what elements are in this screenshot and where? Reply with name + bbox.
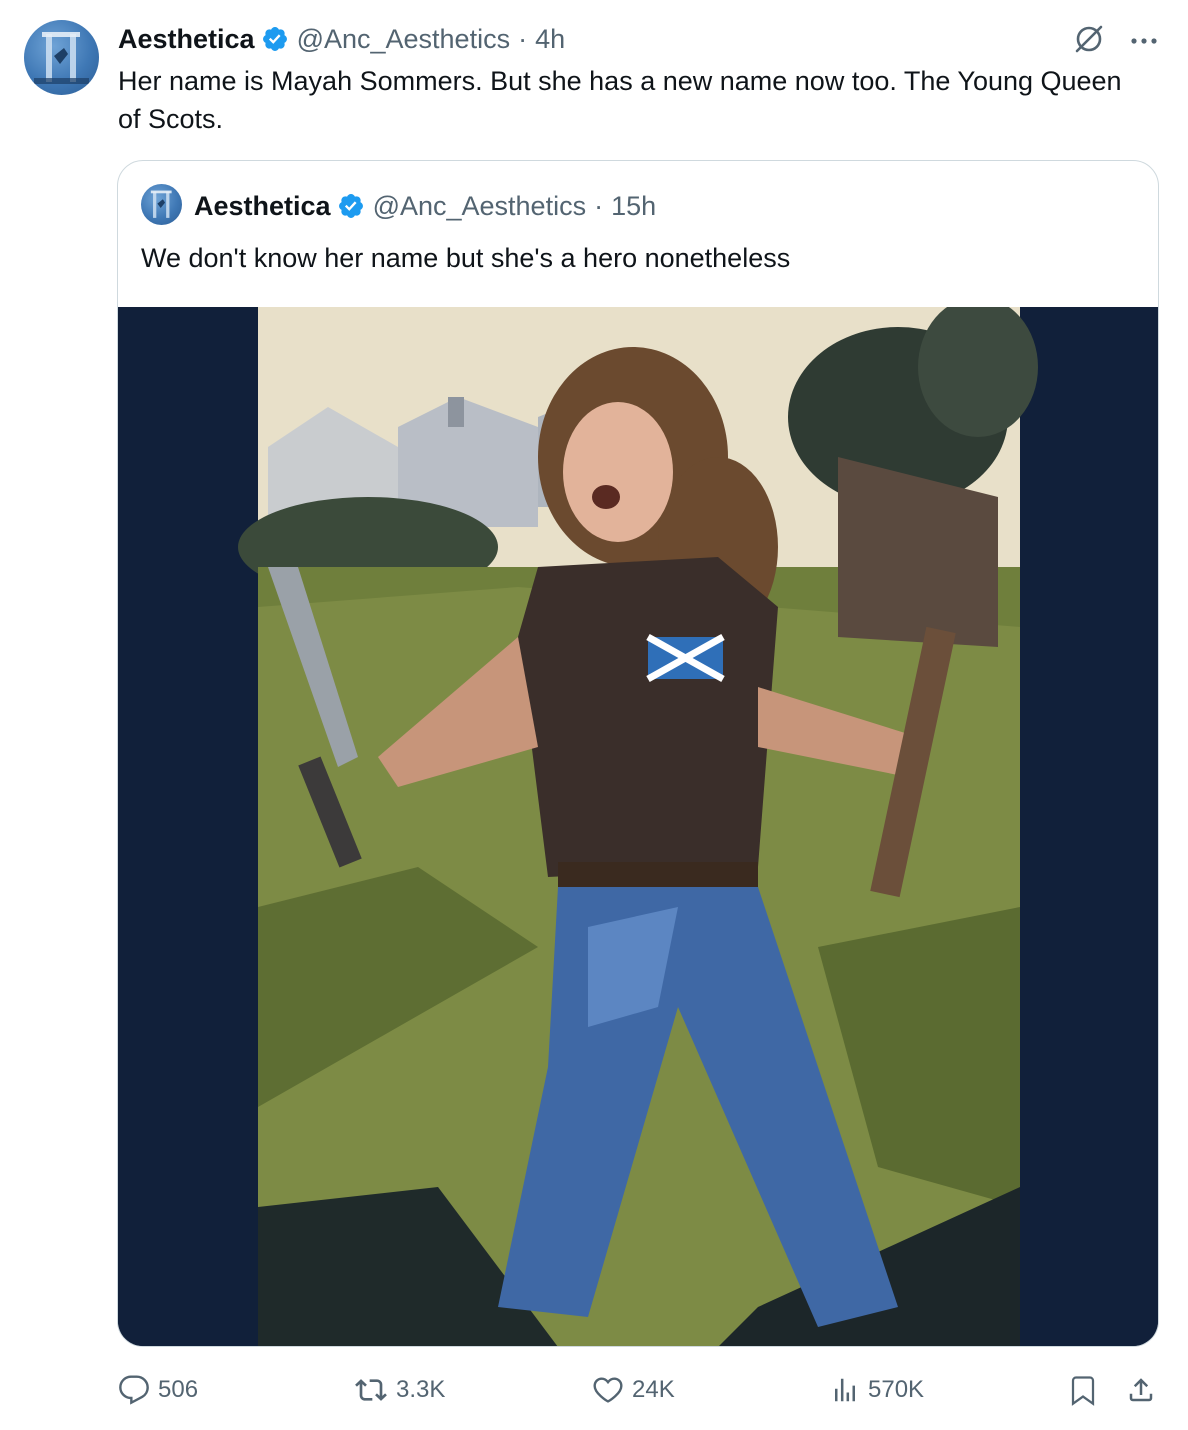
reply-button[interactable]: 506 — [118, 1370, 198, 1410]
quoted-tweet-text: We don't know her name but she's a hero … — [141, 243, 791, 273]
verified-badge-icon — [337, 192, 365, 220]
repost-icon — [354, 1374, 388, 1406]
share-icon — [1126, 1374, 1156, 1406]
reply-icon — [118, 1374, 150, 1406]
repost-count: 3.3K — [396, 1376, 446, 1403]
separator-dot: · — [518, 23, 528, 54]
painting-illustration — [118, 297, 1158, 1346]
quoted-tweet-header: Aesthetica @Anc_Aesthetics · 15h — [194, 187, 656, 225]
top-right-actions — [1072, 22, 1158, 61]
like-button[interactable]: 24K — [592, 1370, 675, 1410]
tweet-text: Her name is Mayah Sommers. But she has a… — [118, 66, 1122, 134]
views-icon — [830, 1374, 860, 1406]
tweet-timestamp[interactable]: 4h — [535, 24, 565, 55]
more-icon[interactable] — [1130, 33, 1158, 51]
quoted-author-handle[interactable]: @Anc_Aesthetics — [373, 191, 587, 222]
avatar-logo-icon — [34, 32, 89, 84]
views-button[interactable]: 570K — [830, 1370, 924, 1410]
avatar-logo-icon — [150, 190, 172, 218]
author-handle[interactable]: @Anc_Aesthetics — [297, 24, 511, 55]
tweet-action-bar: 506 3.3K 24K 570K — [118, 1370, 1158, 1410]
quoted-author-avatar[interactable] — [141, 184, 182, 225]
bookmark-icon — [1068, 1374, 1098, 1406]
grok-icon[interactable] — [1072, 22, 1106, 61]
quoted-tweet-image[interactable] — [118, 297, 1158, 1346]
share-button[interactable] — [1126, 1370, 1156, 1410]
quoted-author-name[interactable]: Aesthetica — [194, 191, 331, 222]
quoted-tweet-card[interactable]: Aesthetica @Anc_Aesthetics · 15h We don'… — [117, 160, 1159, 1347]
reply-count: 506 — [158, 1376, 199, 1403]
quoted-tweet-timestamp[interactable]: 15h — [611, 191, 656, 222]
views-count: 570K — [868, 1376, 925, 1403]
verified-badge-icon — [261, 25, 289, 53]
repost-button[interactable]: 3.3K — [354, 1370, 445, 1410]
like-icon — [592, 1374, 624, 1406]
author-name[interactable]: Aesthetica — [118, 24, 255, 55]
separator-dot: · — [594, 190, 604, 221]
like-count: 24K — [632, 1376, 675, 1403]
bookmark-button[interactable] — [1068, 1370, 1098, 1410]
tweet-header: Aesthetica @Anc_Aesthetics · 4h — [118, 20, 565, 58]
author-avatar[interactable] — [24, 20, 99, 95]
